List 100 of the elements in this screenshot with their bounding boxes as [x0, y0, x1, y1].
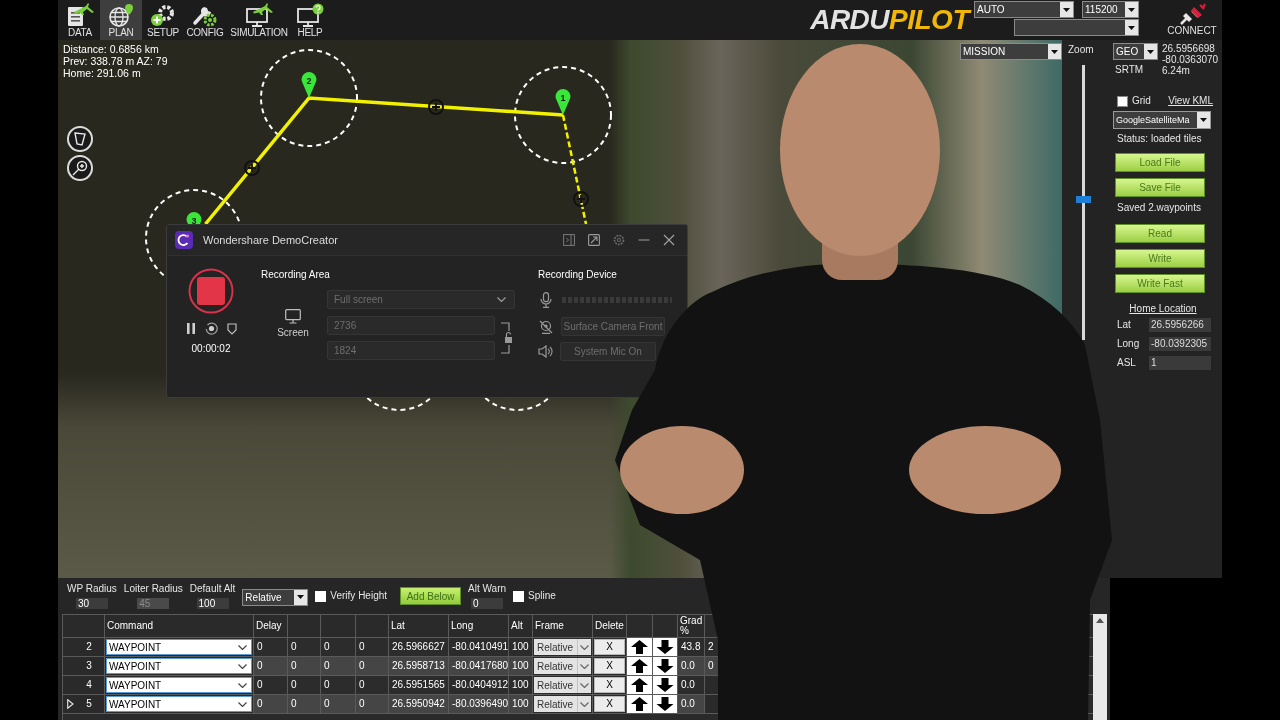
frame-select[interactable]: Relative — [534, 658, 591, 674]
clipboard-plane-icon — [66, 3, 94, 27]
scroll-up-arrow-icon — [1096, 618, 1104, 623]
delete-button[interactable]: X — [594, 677, 625, 693]
table-cell: 0 — [288, 695, 321, 714]
map-info-text: Home: 291.06 m — [63, 67, 142, 79]
column-header[interactable]: Command — [105, 615, 254, 638]
down-arrow-icon[interactable] — [653, 657, 677, 675]
coordinate-system-select[interactable]: GEO — [1113, 43, 1158, 60]
flight-mode-select[interactable]: AUTO — [974, 1, 1074, 18]
monitor-icon — [285, 309, 301, 324]
frame-select[interactable]: Relative — [534, 696, 591, 712]
panel-action-button[interactable]: Save File — [1115, 178, 1205, 197]
toolbar-button[interactable]: HELP — [292, 0, 328, 40]
settings-icon[interactable] — [613, 234, 625, 246]
input-field[interactable]: 0 — [471, 598, 504, 609]
down-arrow-icon[interactable] — [653, 695, 677, 713]
dropdown-arrow-icon — [297, 595, 305, 599]
command-select[interactable]: WAYPOINT — [106, 696, 252, 712]
checkbox[interactable] — [513, 590, 525, 602]
restart-icon[interactable] — [204, 322, 218, 335]
add-point-icon[interactable] — [573, 191, 589, 207]
monitor-help-icon — [296, 3, 324, 27]
altitude-frame-select[interactable]: Relative — [242, 588, 309, 606]
command-select[interactable]: WAYPOINT — [106, 639, 252, 655]
table-cell: 0 — [288, 676, 321, 695]
add-point-icon[interactable] — [428, 99, 444, 115]
input-field[interactable]: -80.0392305 — [1149, 337, 1211, 351]
delete-button[interactable]: X — [594, 658, 625, 674]
toolbar-button[interactable]: SIMULATION — [228, 0, 290, 40]
table-cell: -80.0410491 — [449, 638, 509, 657]
delete-button[interactable]: X — [594, 696, 625, 712]
add-below-button[interactable]: Add Below — [400, 587, 462, 605]
pause-icon[interactable] — [185, 323, 196, 334]
table-cell: 26.5966627 — [389, 638, 449, 657]
stop-record-icon[interactable] — [188, 268, 234, 314]
recording-timer: 00:00:02 — [191, 343, 231, 355]
panel-toggle-icon[interactable] — [563, 234, 575, 246]
toolbar-button[interactable]: CONFIG — [184, 0, 226, 40]
chevron-down-icon — [238, 701, 247, 707]
toolbar-button[interactable]: DATA — [62, 0, 98, 40]
zoom-slider-thumb[interactable] — [1076, 196, 1091, 204]
table-cell: 0 — [321, 638, 356, 657]
input-field[interactable]: 26.5956266 — [1149, 318, 1211, 332]
table-cell: 100 — [509, 638, 533, 657]
table-cell: 26.5951565 — [389, 676, 449, 695]
microphone-icon — [540, 291, 552, 308]
panel-action-button[interactable]: Write Fast — [1115, 274, 1205, 293]
input-field[interactable]: 30 — [75, 598, 108, 609]
frame-select[interactable]: Relative — [534, 677, 591, 693]
checkbox[interactable] — [315, 590, 327, 602]
table-cell: 43.8 — [678, 638, 705, 657]
table-cell: 100 — [509, 657, 533, 676]
table-cell: 0 — [356, 676, 389, 695]
table-cell: 0 — [705, 657, 719, 676]
down-arrow-icon[interactable] — [653, 638, 677, 656]
resize-icon[interactable] — [588, 234, 600, 246]
marker-icon[interactable] — [226, 322, 237, 335]
checkbox-label: Spline — [528, 590, 556, 602]
vertical-scrollbar[interactable] — [1093, 614, 1107, 720]
chevron-down-icon — [238, 682, 247, 688]
grid-checkbox[interactable] — [1117, 95, 1128, 107]
input-field[interactable]: 1 — [1149, 356, 1211, 370]
column-header[interactable]: Frame — [533, 615, 593, 638]
port-select[interactable] — [1014, 19, 1139, 36]
connect-button[interactable]: CONNECT — [1164, 0, 1220, 40]
map-info-text: Prev: 338.78 m AZ: 79 — [63, 55, 168, 67]
input-field[interactable]: 100 — [196, 598, 229, 609]
command-select[interactable]: WAYPOINT — [106, 677, 252, 693]
map-info-text: Distance: 0.6856 km — [63, 43, 160, 55]
aspect-lock-icon — [501, 322, 513, 354]
delete-button[interactable]: X — [594, 639, 625, 655]
add-point-icon[interactable] — [244, 160, 260, 176]
toolbar-button[interactable]: SETUP — [144, 0, 182, 40]
row-number: 3 — [85, 660, 93, 672]
window-title: Wondershare DemoCreator — [203, 232, 338, 248]
table-cell: 0 — [254, 695, 288, 714]
dropdown-arrow-icon — [1051, 49, 1058, 54]
frame-select[interactable]: Relative — [534, 639, 591, 655]
map-type-select[interactable]: GoogleSatelliteMa — [1113, 111, 1211, 129]
chevron-down-icon — [580, 644, 589, 650]
coordinate-text: 6.24m — [1162, 65, 1191, 76]
waypoint-marker[interactable]: 1 — [555, 89, 571, 115]
elevation-source-label: SRTM — [1114, 64, 1145, 76]
table-cell: 0 — [288, 657, 321, 676]
panel-action-button[interactable]: Load File — [1115, 153, 1205, 172]
panel-action-button[interactable]: Read — [1115, 224, 1205, 243]
panel-action-button[interactable]: Write — [1115, 249, 1205, 268]
baud-rate-select[interactable]: 115200 — [1082, 1, 1139, 18]
down-arrow-icon[interactable] — [653, 676, 677, 694]
close-icon[interactable] — [663, 234, 675, 246]
map-layer-select[interactable]: MISSION — [960, 43, 1062, 60]
table-cell: -80.0396490 — [449, 695, 509, 714]
chevron-down-icon — [238, 663, 247, 669]
waypoint-marker[interactable]: 2 — [301, 72, 317, 98]
view-kml-link[interactable]: View KML — [1168, 95, 1213, 107]
command-select[interactable]: WAYPOINT — [106, 658, 252, 674]
column-header[interactable]: Delete — [593, 615, 627, 638]
zoom-in-icon — [72, 160, 88, 176]
toolbar-button[interactable]: PLAN — [100, 0, 142, 40]
